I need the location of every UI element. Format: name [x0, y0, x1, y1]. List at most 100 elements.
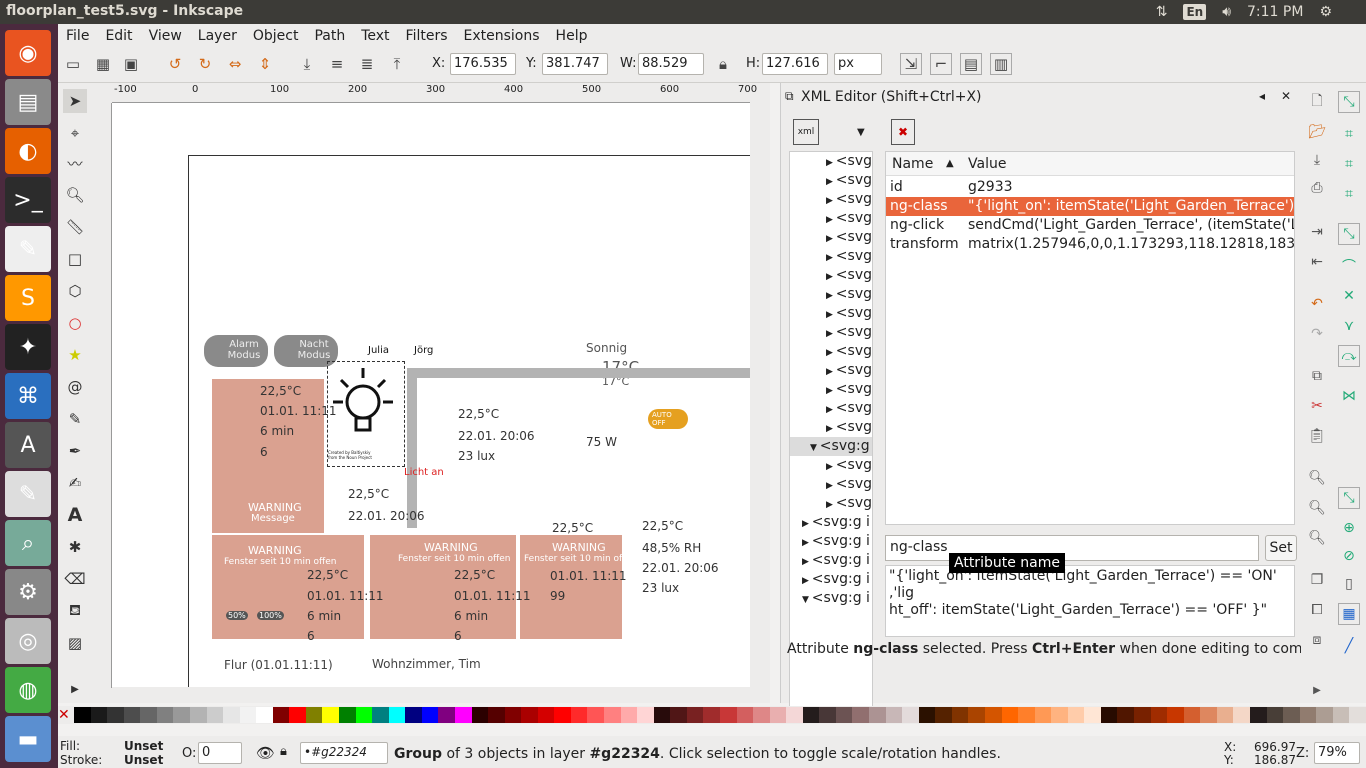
- width-field[interactable]: 88.529: [638, 53, 704, 75]
- bucket-tool-icon[interactable]: ⛾: [63, 599, 87, 623]
- layer-lock-icon[interactable]: 🔒︎: [280, 744, 287, 759]
- cut-icon[interactable]: ✂: [1306, 395, 1328, 417]
- color-swatch[interactable]: [935, 707, 952, 723]
- detach-icon[interactable]: ◂: [1259, 89, 1265, 103]
- color-swatch[interactable]: [1283, 707, 1300, 723]
- color-swatch[interactable]: [786, 707, 803, 723]
- color-swatch[interactable]: [570, 707, 588, 723]
- snap-intersections-icon[interactable]: ✕: [1338, 285, 1360, 307]
- snap-smooth-icon[interactable]: ⤼: [1338, 345, 1360, 367]
- color-swatch[interactable]: [1034, 707, 1052, 723]
- menu-path[interactable]: Path: [306, 28, 353, 44]
- tree-node[interactable]: ▶ <svg: [790, 323, 872, 342]
- tree-node[interactable]: ▶ <svg: [790, 190, 872, 209]
- color-swatch[interactable]: [620, 707, 638, 723]
- color-swatch[interactable]: [1051, 707, 1068, 723]
- menu-layer[interactable]: Layer: [190, 28, 245, 44]
- color-swatch[interactable]: [339, 707, 356, 723]
- unlink-clone-icon[interactable]: ⧈: [1306, 629, 1328, 651]
- eraser-tool-icon[interactable]: ⌫: [63, 567, 87, 591]
- color-swatch[interactable]: [1316, 707, 1333, 723]
- vscode-icon[interactable]: ⌘: [5, 373, 51, 419]
- menu-edit[interactable]: Edit: [97, 28, 140, 44]
- export-icon[interactable]: ⇤: [1306, 251, 1328, 273]
- color-swatch[interactable]: [504, 707, 522, 723]
- import-icon[interactable]: ⇥: [1306, 221, 1328, 243]
- clone-icon[interactable]: ⧠: [1306, 599, 1328, 621]
- lower-to-bottom-icon[interactable]: ⤓: [296, 53, 318, 75]
- node-tool-icon[interactable]: ⌖: [63, 121, 87, 145]
- tree-node[interactable]: ▶ <svg: [790, 247, 872, 266]
- lock-icon[interactable]: 🔒︎: [712, 53, 734, 75]
- expander-icon[interactable]: ▶: [826, 367, 836, 377]
- attribute-name-field[interactable]: ng-class: [885, 535, 1259, 561]
- tree-node[interactable]: ▶ <svg: [790, 209, 872, 228]
- attribute-list[interactable]: Name ▲ Value id g2933 ng-class "{'light_on'…: [885, 151, 1295, 525]
- color-swatch[interactable]: [239, 707, 257, 723]
- tree-node[interactable]: ▶ <svg:g i: [790, 570, 872, 589]
- color-swatch[interactable]: [802, 707, 820, 723]
- color-swatch[interactable]: [256, 707, 273, 723]
- image-viewer-icon[interactable]: ⌕: [5, 520, 51, 566]
- pen-tool-icon[interactable]: ✒: [63, 439, 87, 463]
- tree-node[interactable]: ▶ <svg: [790, 380, 872, 399]
- dropdown-arrow-icon[interactable]: ▼: [857, 127, 865, 138]
- color-swatch[interactable]: [852, 707, 869, 723]
- menu-help[interactable]: Help: [548, 28, 596, 44]
- expand-arrow-icon[interactable]: ▶: [63, 677, 87, 701]
- color-swatch[interactable]: [488, 707, 505, 723]
- sort-arrow-icon[interactable]: ▲: [946, 152, 954, 176]
- duplicate-icon[interactable]: ❐: [1306, 569, 1328, 591]
- col-name[interactable]: Name: [892, 152, 933, 176]
- color-swatch[interactable]: [421, 707, 439, 723]
- color-swatch[interactable]: [736, 707, 754, 723]
- star-tool-icon[interactable]: ★: [63, 343, 87, 367]
- color-swatch[interactable]: [869, 707, 886, 723]
- menu-object[interactable]: Object: [245, 28, 307, 44]
- color-swatch[interactable]: [1349, 707, 1366, 723]
- snap-rotation-icon[interactable]: ⊕: [1338, 517, 1360, 539]
- color-swatch[interactable]: [471, 707, 489, 723]
- zoom-tool-icon[interactable]: 🔍︎: [63, 183, 87, 207]
- color-swatch[interactable]: [1100, 707, 1118, 723]
- color-swatch[interactable]: [670, 707, 687, 723]
- color-swatch[interactable]: [405, 707, 422, 723]
- clock[interactable]: 7:11 PM: [1247, 4, 1303, 20]
- color-swatch[interactable]: [984, 707, 1002, 723]
- tree-node[interactable]: ▶ <svg: [790, 342, 872, 361]
- stroke-value[interactable]: Unset: [124, 753, 163, 767]
- tree-node[interactable]: ▶ <svg: [790, 361, 872, 380]
- color-swatch[interactable]: [703, 707, 720, 723]
- color-swatch[interactable]: [885, 707, 903, 723]
- menu-extensions[interactable]: Extensions: [456, 28, 548, 44]
- rotate-cw-icon[interactable]: ↻: [194, 53, 216, 75]
- tree-node[interactable]: ▶ <svg:g i: [790, 551, 872, 570]
- alarm-mode-button[interactable]: Alarm Modus: [204, 335, 268, 367]
- lower-icon[interactable]: ≡: [326, 53, 348, 75]
- color-swatch[interactable]: [90, 707, 108, 723]
- menu-filters[interactable]: Filters: [398, 28, 456, 44]
- attribute-row[interactable]: ng-click sendCmd('Light_Garden_Terrace', …: [886, 216, 1294, 235]
- zoom-page-icon[interactable]: 🔍︎: [1306, 527, 1328, 549]
- snap-nodes-icon[interactable]: ⤡: [1338, 223, 1360, 245]
- keyboard-layout-indicator[interactable]: En: [1183, 4, 1207, 20]
- terminal-icon[interactable]: >_: [5, 177, 51, 223]
- color-swatch[interactable]: [968, 707, 985, 723]
- update-icon[interactable]: A: [5, 422, 51, 468]
- snap-centers-icon[interactable]: ⤡: [1338, 487, 1360, 509]
- tree-node[interactable]: ▶ <svg: [790, 456, 872, 475]
- color-swatch[interactable]: [1001, 707, 1019, 723]
- color-swatch[interactable]: [1018, 707, 1035, 723]
- color-swatch[interactable]: [769, 707, 787, 723]
- expander-icon[interactable]: ▶: [826, 500, 836, 510]
- editor2-icon[interactable]: ✎: [5, 471, 51, 517]
- y-field[interactable]: 381.747: [542, 53, 608, 75]
- snap-bbox-edge-icon[interactable]: ⌗: [1338, 153, 1360, 175]
- expander-icon[interactable]: ▶: [826, 177, 836, 187]
- snap-midpoints-icon[interactable]: ⋈: [1338, 385, 1360, 407]
- attribute-value-field[interactable]: "{'light_on': itemState('Light_Garden_Te…: [885, 565, 1295, 637]
- color-swatch[interactable]: [753, 707, 770, 723]
- fill-value[interactable]: Unset: [124, 739, 163, 753]
- expander-icon[interactable]: ▶: [826, 310, 836, 320]
- tweak-tool-icon[interactable]: 〰: [63, 151, 87, 175]
